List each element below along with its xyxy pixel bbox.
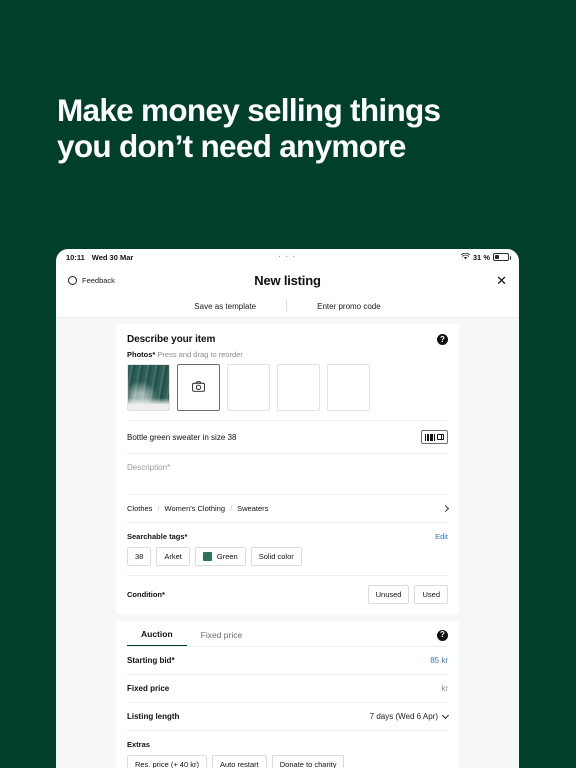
app-nav-bar: Feedback New listing ✕ (56, 265, 519, 295)
breadcrumb-item-2: Sweaters (237, 504, 269, 513)
describe-section-header: Describe your item ? (127, 324, 448, 345)
tag-label: Green (216, 552, 238, 561)
page-title: New listing (254, 272, 321, 288)
battery-percent: 31 % (472, 252, 490, 262)
listing-title-field[interactable]: Bottle green sweater in size 38 (127, 421, 448, 454)
hero-headline: Make money selling things you don’t need… (57, 92, 527, 164)
help-icon[interactable]: ? (437, 334, 448, 345)
enter-promo-code-button[interactable]: Enter promo code (287, 302, 411, 311)
breadcrumb-item-0: Clothes (127, 504, 153, 513)
feedback-button[interactable]: Feedback (68, 275, 115, 285)
wifi-icon (460, 252, 471, 262)
feedback-label: Feedback (82, 275, 115, 285)
searchable-tags-label: Searchable tags* (127, 532, 188, 541)
listing-title-value: Bottle green sweater in size 38 (127, 432, 237, 442)
chevron-down-icon[interactable] (441, 711, 450, 720)
chevron-right-icon (441, 504, 450, 513)
searchable-tags-header: Searchable tags* Edit (127, 523, 448, 541)
listing-form-scroll-area[interactable]: Describe your item ? Photos* Press and d… (56, 318, 519, 768)
extras-donate-charity-button[interactable]: Donate to charity (271, 755, 345, 768)
book-glyph (437, 434, 445, 440)
circle-icon (68, 275, 77, 285)
starting-bid-row[interactable]: Starting bid* 85 kr (127, 647, 448, 675)
condition-used-button[interactable]: Used (414, 585, 448, 604)
breadcrumb-separator-1: / (230, 504, 233, 513)
condition-row: Condition* Unused Used (127, 576, 448, 614)
tag-label: Arket (164, 552, 182, 561)
breadcrumb-separator-0: / (157, 504, 160, 513)
description-field[interactable]: Description* (127, 454, 448, 495)
help-icon[interactable]: ? (437, 629, 448, 641)
condition-unused-button[interactable]: Unused (367, 585, 410, 604)
tag-chip[interactable]: Arket (156, 547, 190, 566)
photo-slot-camera[interactable] (177, 364, 220, 411)
photos-label: Photos* Press and drag to reorder (127, 345, 448, 359)
tag-chip[interactable]: Solid color (250, 547, 302, 566)
photo-slot-empty-2[interactable] (277, 364, 320, 411)
extras-reserve-price-button[interactable]: Res. price (+ 40 kr) (127, 755, 207, 768)
describe-section-title: Describe your item (127, 334, 216, 345)
condition-options: Unused Used (367, 585, 448, 604)
fixed-price-row[interactable]: Fixed price kr (127, 675, 448, 703)
listing-length-value: 7 days (Wed 6 Apr) (369, 712, 438, 721)
barcode-glyph (424, 433, 436, 441)
status-center-dots: · · · (278, 253, 297, 261)
extras-auto-restart-button[interactable]: Auto restart (211, 755, 267, 768)
fixed-price-value: kr (441, 684, 448, 693)
breadcrumb-item-1: Women's Clothing (164, 504, 226, 513)
tag-list: 38 Arket Green Solid color (127, 541, 448, 576)
tablet-device-frame: 10:11 Wed 30 Mar · · · 31 % Feedback New… (56, 249, 519, 768)
listing-length-row[interactable]: Listing length 7 days (Wed 6 Apr) (127, 703, 450, 731)
close-icon[interactable]: ✕ (496, 274, 507, 287)
pricing-card: Auction Fixed price ? Starting bid* 85 k… (116, 621, 459, 768)
category-breadcrumb-row[interactable]: Clothes / Women's Clothing / Sweaters (127, 495, 450, 523)
extras-label: Extras (127, 740, 150, 749)
pricing-tabs: Auction Fixed price ? (127, 621, 448, 647)
color-swatch-icon (202, 552, 212, 561)
save-as-template-button[interactable]: Save as template (164, 302, 286, 311)
photo-slot-empty-3[interactable] (327, 364, 370, 411)
edit-tags-button[interactable]: Edit (435, 532, 448, 541)
hero-title-line-2: you don’t need anymore (57, 128, 406, 164)
hero-title-line-1: Make money selling things (57, 92, 441, 128)
describe-item-card: Describe your item ? Photos* Press and d… (116, 324, 459, 614)
tag-label: Solid color (258, 552, 294, 561)
condition-label: Condition* (127, 590, 165, 599)
status-bar: 10:11 Wed 30 Mar · · · 31 % (56, 249, 519, 265)
photo-slot-empty-1[interactable] (227, 364, 270, 411)
starting-bid-label: Starting bid* (127, 656, 175, 665)
photo-slot-image[interactable] (127, 364, 170, 411)
photos-label-hint: Press and drag to reorder (155, 350, 243, 359)
fixed-price-label: Fixed price (127, 684, 170, 693)
battery-icon (493, 253, 511, 261)
listing-length-label: Listing length (127, 712, 180, 721)
photos-label-bold: Photos* (127, 350, 156, 359)
tag-chip[interactable]: 38 (127, 547, 152, 566)
tab-fixed-price[interactable]: Fixed price (187, 630, 257, 646)
tag-label: 38 (135, 552, 144, 561)
extras-options: Res. price (+ 40 kr) Auto restart Donate… (127, 749, 448, 768)
barcode-scan-icon[interactable] (421, 430, 448, 444)
status-bar-right: 31 % (460, 252, 511, 262)
starting-bid-value: 85 kr (430, 656, 448, 665)
tag-chip[interactable]: Green (194, 547, 246, 566)
tab-auction[interactable]: Auction (127, 629, 187, 646)
sweater-photo (128, 365, 169, 410)
secondary-action-bar: Save as template Enter promo code (56, 295, 519, 318)
camera-icon (192, 379, 205, 397)
photo-slot-strip (127, 359, 448, 421)
